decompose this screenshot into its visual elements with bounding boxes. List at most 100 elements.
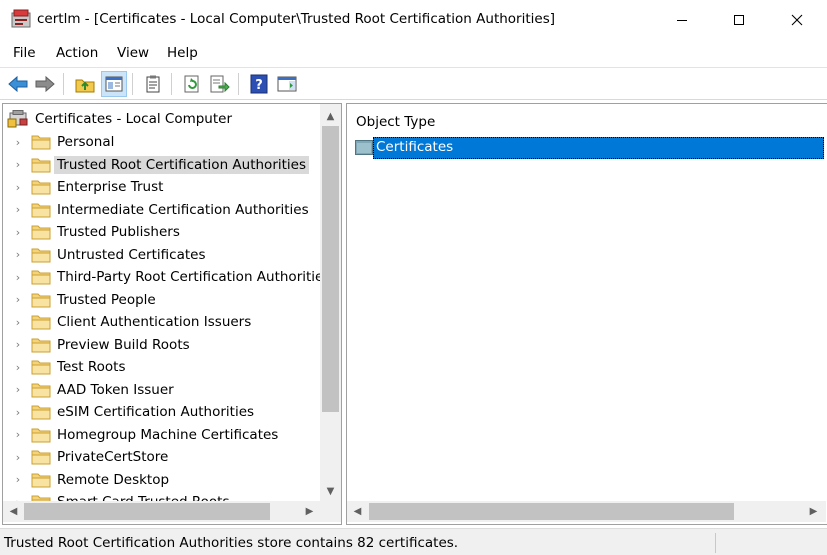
chevron-right-icon[interactable]: › bbox=[13, 311, 23, 333]
tree-item[interactable]: › Enterprise Trust bbox=[3, 176, 320, 198]
up-one-level-button[interactable] bbox=[72, 71, 98, 97]
certificate-store-icon bbox=[7, 110, 28, 128]
chevron-right-icon[interactable]: › bbox=[13, 379, 23, 401]
menu-help[interactable]: Help bbox=[167, 45, 198, 61]
close-button[interactable] bbox=[768, 0, 826, 40]
menu-view[interactable]: View bbox=[117, 45, 149, 61]
toolbar-separator bbox=[238, 73, 239, 95]
chevron-right-icon[interactable]: › bbox=[13, 289, 23, 311]
tree-item[interactable]: › Test Roots bbox=[3, 356, 320, 378]
properties-icon bbox=[146, 75, 160, 93]
tree-item-label: PrivateCertStore bbox=[57, 449, 169, 465]
chevron-right-icon[interactable]: › bbox=[13, 334, 23, 356]
scroll-left-icon[interactable]: ◀ bbox=[347, 501, 368, 522]
back-button[interactable] bbox=[5, 71, 31, 97]
folder-icon bbox=[31, 293, 51, 307]
folder-icon bbox=[31, 270, 51, 285]
tree-item[interactable]: › eSIM Certification Authorities bbox=[3, 401, 320, 423]
results-horizontal-scrollbar[interactable]: ◀ ▶ bbox=[347, 501, 826, 522]
console-tree-pane: Certificates - Local Computer › Personal ›… bbox=[2, 103, 342, 525]
minimize-button[interactable] bbox=[653, 0, 711, 40]
refresh-button[interactable] bbox=[179, 71, 205, 97]
forward-button[interactable] bbox=[32, 71, 58, 97]
results-horizontal-scroll-thumb[interactable] bbox=[369, 503, 734, 520]
tree-item-label: Preview Build Roots bbox=[57, 336, 190, 353]
folder-icon bbox=[31, 495, 51, 501]
folder-icon bbox=[31, 450, 51, 465]
chevron-right-icon[interactable]: › bbox=[13, 244, 23, 266]
status-divider bbox=[715, 533, 716, 553]
tree-item[interactable]: › Client Authentication Issuers bbox=[3, 311, 320, 333]
export-list-icon bbox=[210, 75, 230, 93]
console-tree: Certificates - Local Computer › Personal ›… bbox=[3, 104, 320, 501]
folder-icon bbox=[31, 158, 51, 172]
tree-horizontal-scrollbar[interactable]: ◀ ▶ bbox=[3, 501, 320, 522]
chevron-right-icon[interactable]: › bbox=[13, 401, 23, 423]
tree-item[interactable]: › Untrusted Certificates bbox=[3, 244, 320, 266]
menu-file[interactable]: File bbox=[13, 45, 36, 61]
tree-item[interactable]: › Preview Build Roots bbox=[3, 334, 320, 356]
tree-root-item[interactable]: Certificates - Local Computer bbox=[7, 108, 232, 130]
scroll-right-icon[interactable]: ▶ bbox=[299, 501, 320, 522]
tree-item[interactable]: › Personal bbox=[3, 131, 320, 153]
forward-icon bbox=[35, 75, 55, 93]
tree-vertical-scroll-thumb[interactable] bbox=[322, 126, 339, 412]
tree-item[interactable]: › Homegroup Machine Certificates bbox=[3, 424, 320, 446]
show-hide-console-tree-button[interactable] bbox=[101, 71, 127, 97]
tree-item-label: AAD Token Issuer bbox=[57, 381, 174, 398]
chevron-right-icon[interactable]: › bbox=[13, 199, 23, 221]
tree-item-label: Remote Desktop bbox=[57, 471, 170, 488]
folder-icon bbox=[31, 473, 51, 487]
chevron-right-icon[interactable]: › bbox=[13, 154, 23, 176]
chevron-right-icon[interactable]: › bbox=[13, 491, 23, 502]
export-list-button[interactable] bbox=[207, 71, 233, 97]
tree-item[interactable]: › Smart Card Trusted Roots bbox=[3, 491, 320, 501]
help-button[interactable]: ? bbox=[246, 71, 272, 97]
column-header-object-type[interactable]: Object Type bbox=[356, 114, 435, 130]
toolbar: ? bbox=[0, 68, 827, 100]
refresh-icon bbox=[184, 75, 199, 93]
chevron-right-icon[interactable]: › bbox=[13, 424, 23, 446]
tree-item-label: Smart Card Trusted Roots bbox=[54, 493, 232, 501]
properties-button[interactable] bbox=[140, 71, 166, 97]
toolbar-separator bbox=[63, 73, 64, 95]
tree-item[interactable]: › Intermediate Certification Authorities bbox=[3, 199, 320, 221]
scroll-right-icon[interactable]: ▶ bbox=[803, 501, 824, 522]
title-bar: certlm - [Certificates - Local Computer\… bbox=[0, 0, 827, 40]
tree-item[interactable]: › Trusted Root Certification Authorities bbox=[3, 154, 320, 176]
folder-icon bbox=[31, 428, 51, 442]
chevron-right-icon[interactable]: › bbox=[13, 266, 23, 288]
tree-item[interactable]: › Trusted Publishers bbox=[3, 221, 320, 243]
scroll-left-icon[interactable]: ◀ bbox=[3, 501, 24, 522]
chevron-right-icon[interactable]: › bbox=[13, 176, 23, 198]
certlm-app-icon bbox=[11, 9, 31, 28]
tree-item[interactable]: › PrivateCertStore bbox=[3, 446, 320, 468]
list-item[interactable]: Certificates bbox=[353, 137, 824, 159]
scroll-up-icon[interactable]: ▲ bbox=[320, 106, 341, 126]
chevron-right-icon[interactable]: › bbox=[13, 469, 23, 491]
tree-item-label: Trusted Root Certification Authorities bbox=[54, 155, 309, 174]
tree-item[interactable]: › Third-Party Root Certification Authorit… bbox=[3, 266, 320, 288]
folder-icon bbox=[31, 315, 51, 330]
help-icon: ? bbox=[250, 74, 268, 94]
folder-icon bbox=[31, 405, 51, 420]
chevron-right-icon[interactable]: › bbox=[13, 446, 23, 468]
chevron-right-icon[interactable]: › bbox=[13, 221, 23, 243]
tree-item-label: Personal bbox=[57, 134, 115, 150]
show-hide-action-pane-button[interactable] bbox=[274, 71, 300, 97]
scroll-down-icon[interactable]: ▼ bbox=[320, 481, 341, 501]
tree-root-label: Certificates - Local Computer bbox=[35, 111, 233, 127]
folder-icon bbox=[31, 203, 51, 217]
tree-horizontal-scroll-thumb[interactable] bbox=[24, 503, 270, 520]
tree-item-label: eSIM Certification Authorities bbox=[57, 404, 255, 420]
menu-action[interactable]: Action bbox=[56, 45, 98, 61]
tree-item[interactable]: › Trusted People bbox=[3, 289, 320, 311]
tree-item[interactable]: › AAD Token Issuer bbox=[3, 379, 320, 401]
tree-item[interactable]: › Remote Desktop bbox=[3, 469, 320, 491]
chevron-right-icon[interactable]: › bbox=[13, 131, 23, 153]
chevron-right-icon[interactable]: › bbox=[13, 356, 23, 378]
minimize-icon bbox=[677, 20, 687, 21]
maximize-button[interactable] bbox=[710, 0, 768, 40]
tree-item-label: Trusted Publishers bbox=[57, 224, 180, 240]
tree-vertical-scrollbar[interactable]: ▲ ▼ bbox=[320, 104, 341, 501]
